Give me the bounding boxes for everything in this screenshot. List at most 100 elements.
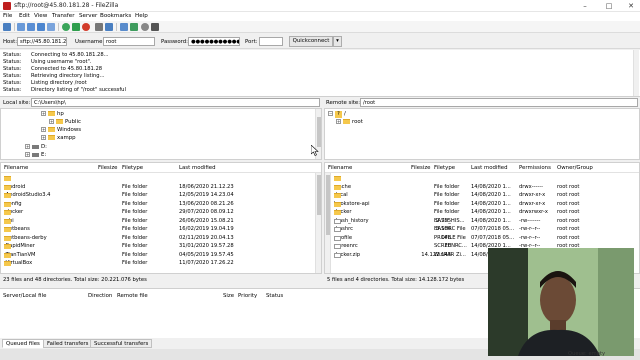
minimize-button[interactable]: –: [578, 1, 592, 11]
file-row[interactable]: .bashrc 3.106 BASHRC File 07/07/2018 05... -…: [325, 225, 639, 234]
queue-column-direction[interactable]: Direction: [88, 293, 112, 299]
message-log[interactable]: Status: Connecting to 45.80.181.28... Sta…: [0, 50, 640, 97]
file-row[interactable]: .bash_history 2.755 BASH_HIS... 14/08/2020 …: [325, 217, 639, 226]
sync-browse-icon[interactable]: [130, 23, 138, 31]
expand-icon[interactable]: +: [41, 111, 46, 116]
host-input[interactable]: sftp://45.80.181.28: [17, 37, 67, 46]
close-button[interactable]: ✕: [624, 1, 638, 11]
log-scrollbar[interactable]: [633, 50, 639, 96]
column-filetype[interactable]: Filetype: [122, 165, 143, 171]
expand-icon[interactable]: +: [41, 135, 46, 140]
file-row[interactable]: .AndroidStudio3.4 File folder 12/05/2019 1…: [1, 191, 321, 200]
quickconnect-dropdown[interactable]: ▾: [333, 36, 342, 47]
queue-column-status[interactable]: Status: [266, 293, 283, 299]
column-last-modified[interactable]: Last modified: [471, 165, 508, 171]
column-filesize[interactable]: Filesize: [98, 165, 117, 171]
tree-item-root-dir[interactable]: −? /: [328, 110, 346, 118]
remote-list-scrollbar[interactable]: [325, 173, 331, 273]
collapse-icon[interactable]: −: [328, 111, 333, 116]
file-row[interactable]: .netbeans-derby File folder 02/11/2019 20.…: [1, 234, 321, 243]
column-filetype[interactable]: Filetype: [434, 165, 455, 171]
tree-item-windows[interactable]: + Windows: [41, 126, 81, 134]
toggle-tree-icon[interactable]: [27, 23, 35, 31]
expand-icon[interactable]: +: [25, 144, 30, 149]
cancel-icon[interactable]: [82, 23, 90, 31]
file-row[interactable]: .docker File folder 29/07/2020 08.09.12: [1, 208, 321, 217]
file-type: File folder: [122, 217, 148, 224]
menu-edit[interactable]: Edit: [19, 13, 30, 19]
disconnect-icon[interactable]: [95, 23, 103, 31]
queue-column-server-local[interactable]: Server/Local file: [3, 293, 46, 299]
file-row[interactable]: ..: [325, 174, 639, 183]
file-row[interactable]: bookstore-api File folder 14/08/2020 1... d…: [325, 200, 639, 209]
menu-view[interactable]: View: [34, 13, 47, 19]
local-path-input[interactable]: C:\Users\hp\: [31, 98, 320, 107]
tree-item-xampp[interactable]: + xampp: [41, 134, 76, 142]
local-file-list[interactable]: Filename Filesize Filetype Last modified…: [0, 162, 322, 274]
remote-path-input[interactable]: /root: [360, 98, 638, 107]
menu-server[interactable]: Server: [79, 13, 97, 19]
tab-successful-transfers[interactable]: Successful transfers: [90, 339, 153, 348]
binoculars-icon[interactable]: [151, 23, 159, 31]
file-row[interactable]: .profile 148 PROFILE File 07/07/2018 05... -…: [325, 234, 639, 243]
file-row[interactable]: .config File folder 13/06/2020 08.21.26: [1, 200, 321, 209]
file-row[interactable]: .RapidMiner File folder 31/01/2020 19.57.2…: [1, 242, 321, 251]
tree-item-drive-e[interactable]: + E:: [25, 151, 46, 159]
refresh-icon[interactable]: [62, 23, 70, 31]
column-filesize[interactable]: Filesize: [411, 165, 430, 171]
folder-icon: [4, 210, 11, 215]
file-owner: root root: [557, 217, 580, 224]
username-input[interactable]: root: [103, 37, 155, 46]
password-input[interactable]: ●●●●●●●●●●●●●●: [188, 37, 240, 46]
search-icon[interactable]: [141, 23, 149, 31]
menu-transfer[interactable]: Transfer: [52, 13, 75, 19]
menu-file[interactable]: File: [3, 13, 12, 19]
expand-icon[interactable]: +: [41, 127, 46, 132]
local-list-scrollbar[interactable]: [315, 173, 321, 273]
menu-bookmarks[interactable]: Bookmarks: [100, 13, 131, 19]
file-row[interactable]: .TianTianVM File folder 04/05/2019 19.57.4…: [1, 251, 321, 260]
column-filename[interactable]: Filename: [328, 165, 352, 171]
tab-failed-transfers[interactable]: Failed transfers: [43, 339, 93, 348]
queue-column-remote-file[interactable]: Remote file: [117, 293, 148, 299]
tree-item-public[interactable]: + Public: [49, 118, 81, 126]
column-last-modified[interactable]: Last modified: [179, 165, 216, 171]
compare-icon[interactable]: [120, 23, 128, 31]
quickconnect-button[interactable]: Quickconnect: [289, 36, 333, 47]
column-permissions[interactable]: Permissions: [519, 165, 551, 171]
file-type: BASH_HIS...: [434, 217, 465, 224]
queue-column-priority[interactable]: Priority: [238, 293, 257, 299]
port-input[interactable]: [259, 37, 283, 46]
reconnect-icon[interactable]: [105, 23, 113, 31]
queue-column-size[interactable]: Size: [223, 293, 234, 299]
tree-item-root[interactable]: + root: [336, 118, 363, 126]
toggle-queue-icon[interactable]: [47, 23, 55, 31]
site-manager-icon[interactable]: [3, 23, 11, 31]
menu-help[interactable]: Help: [135, 13, 148, 19]
file-row[interactable]: .android File folder 18/06/2020 21.12.23: [1, 183, 321, 192]
column-owner-group[interactable]: Owner/Group: [557, 165, 593, 171]
file-row[interactable]: .cache File folder 14/08/2020 1... drwx----…: [325, 183, 639, 192]
local-directory-tree[interactable]: + hp + Public + Windows + xampp + D: + E:: [0, 108, 322, 160]
column-filename[interactable]: Filename: [4, 165, 28, 171]
toggle-remote-tree-icon[interactable]: [37, 23, 45, 31]
file-row[interactable]: .localFile folder14/08/2020 1...drwxr-xr…: [325, 191, 639, 200]
file-icon: [334, 235, 341, 241]
remote-directory-tree[interactable]: −? / + root: [324, 108, 640, 160]
folder-icon: [334, 201, 341, 207]
expand-icon[interactable]: +: [25, 152, 30, 157]
tree-item-hp[interactable]: + hp: [41, 110, 64, 118]
tab-queued-files[interactable]: Queued files: [2, 339, 44, 348]
process-queue-icon[interactable]: [72, 23, 80, 31]
file-row[interactable]: .VirtualBox File folder 11/07/2020 17.26.2…: [1, 259, 321, 268]
file-type: SCREENRC...: [434, 243, 467, 249]
maximize-button[interactable]: □: [602, 1, 616, 11]
file-row[interactable]: .nbiFile folder26/06/2020 15.08.21: [1, 217, 321, 226]
expand-icon[interactable]: +: [49, 119, 54, 124]
expand-icon[interactable]: +: [336, 119, 341, 124]
file-row[interactable]: ..: [1, 174, 321, 183]
tree-item-drive-d[interactable]: + D:: [25, 143, 47, 151]
file-row[interactable]: docker File folder 14/08/2020 1... drwxrwxr…: [325, 208, 639, 217]
toggle-log-icon[interactable]: [17, 23, 25, 31]
file-row[interactable]: .netbeans File folder 16/02/2019 19.04.19: [1, 225, 321, 234]
